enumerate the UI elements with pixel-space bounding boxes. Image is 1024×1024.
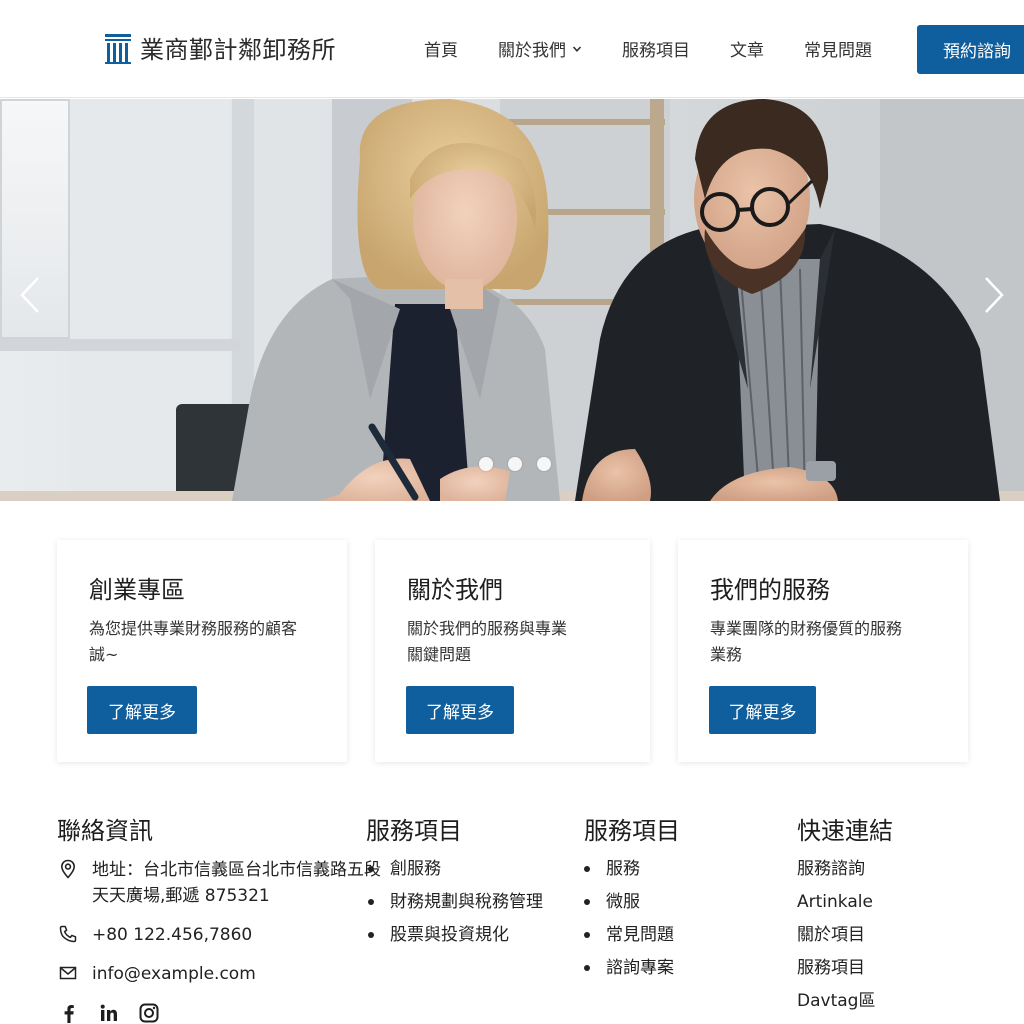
carousel-dot-1[interactable] — [479, 457, 493, 471]
logo[interactable]: 業商鄞計鄰卸務所 — [104, 30, 336, 65]
carousel-next-arrow-icon[interactable] — [982, 275, 1006, 315]
card-desc-line2: 誠~ — [89, 645, 119, 664]
phone-icon — [59, 925, 77, 943]
services-heading-2: 服務項目 — [584, 817, 680, 845]
list-item[interactable]: 常見問題 — [582, 922, 674, 955]
hero-image — [0, 99, 1024, 501]
list-item[interactable]: 創服務 — [366, 856, 543, 889]
carousel-prev-arrow-icon[interactable] — [18, 275, 42, 315]
contact-address: 地址：台北市信義區台北市信義路五段 天天廣場,郵遞 875321 — [58, 857, 381, 909]
list-item[interactable]: 諮詢專案 — [582, 955, 674, 988]
card-desc-line2: 業務 — [710, 645, 743, 664]
facebook-icon[interactable] — [58, 1002, 80, 1024]
contact-heading: 聯絡資訊 — [57, 817, 153, 845]
card-desc-line1: 為您提供專業財務服務的顧客 — [89, 619, 298, 638]
nav-about-label: 關於我們 — [498, 41, 566, 61]
card-about: 關於我們 關於我們的服務與專業 關鍵問題 了解更多 — [375, 540, 650, 762]
quick-links-list: 服務諮詢 Artinkale 關於項目 服務項目 Davtag區 — [797, 856, 875, 1021]
list-item[interactable]: 微服 — [582, 889, 674, 922]
carousel-dots — [479, 457, 551, 471]
list-item[interactable]: 服務 — [582, 856, 674, 889]
email-text[interactable]: info@example.com — [92, 961, 256, 987]
hero-carousel — [0, 99, 1024, 501]
card-title: 創業專區 — [89, 576, 185, 604]
linkedin-icon[interactable] — [98, 1002, 120, 1024]
carousel-dot-2[interactable] — [508, 457, 522, 471]
learn-more-button[interactable]: 了解更多 — [87, 686, 197, 734]
quick-link[interactable]: 關於項目 — [797, 922, 875, 955]
card-title: 關於我們 — [407, 576, 503, 604]
quick-link[interactable]: Davtag區 — [797, 988, 875, 1021]
nav-articles[interactable]: 文章 — [730, 36, 764, 61]
nav-faq[interactable]: 常見問題 — [804, 36, 872, 61]
site-header: 業商鄞計鄰卸務所 首頁 關於我們 服務項目 文章 常見問題 預約諮詢 — [0, 0, 1024, 98]
mail-icon — [59, 966, 77, 980]
services-list-1: 創服務 財務規劃與稅務管理 股票與投資規化 — [366, 856, 543, 955]
logo-text: 業商鄞計鄰卸務所 — [140, 36, 336, 64]
address-line1: 地址：台北市信義區台北市信義路五段 — [92, 860, 381, 880]
instagram-icon[interactable] — [138, 1002, 160, 1024]
contact-email: info@example.com — [58, 961, 256, 987]
learn-more-button[interactable]: 了解更多 — [709, 686, 816, 734]
phone-text[interactable]: +80 122.456,7860 — [92, 922, 252, 948]
nav-home[interactable]: 首頁 — [424, 36, 458, 61]
card-desc: 關於我們的服務與專業 關鍵問題 — [407, 616, 567, 668]
nav-services[interactable]: 服務項目 — [622, 36, 690, 61]
services-heading-1: 服務項目 — [366, 817, 462, 845]
card-services: 我們的服務 專業團隊的財務優質的服務 業務 了解更多 — [678, 540, 968, 762]
card-title: 我們的服務 — [710, 576, 830, 604]
card-desc: 專業團隊的財務優質的服務 業務 — [710, 616, 902, 668]
learn-more-button[interactable]: 了解更多 — [406, 686, 514, 734]
quick-links-heading: 快速連結 — [797, 817, 893, 845]
quick-link[interactable]: 服務項目 — [797, 955, 875, 988]
card-startup: 創業專區 為您提供專業財務服務的顧客 誠~ 了解更多 — [57, 540, 347, 762]
address-text: 地址：台北市信義區台北市信義路五段 天天廣場,郵遞 875321 — [92, 857, 381, 909]
card-desc-line2: 關鍵問題 — [407, 645, 472, 664]
book-consultation-button[interactable]: 預約諮詢 — [917, 25, 1024, 74]
quick-link[interactable]: Artinkale — [797, 889, 875, 922]
services-list-2: 服務 微服 常見問題 諮詢專案 — [582, 856, 674, 988]
nav-about[interactable]: 關於我們 — [498, 36, 582, 61]
carousel-dot-3[interactable] — [537, 457, 551, 471]
address-line2: 天天廣場,郵遞 875321 — [92, 886, 270, 906]
card-desc: 為您提供專業財務服務的顧客 誠~ — [89, 616, 297, 668]
social-links — [58, 1002, 160, 1024]
map-pin-icon — [60, 859, 76, 879]
columns-logo-icon — [105, 33, 131, 64]
list-item[interactable]: 財務規劃與稅務管理 — [366, 889, 543, 922]
chevron-down-icon — [572, 45, 582, 52]
card-desc-line1: 專業團隊的財務優質的服務 — [710, 619, 903, 638]
quick-link[interactable]: 服務諮詢 — [797, 856, 875, 889]
main-nav: 首頁 關於我們 服務項目 文章 常見問題 — [424, 36, 872, 61]
card-desc-line1: 關於我們的服務與專業 — [407, 619, 568, 638]
list-item[interactable]: 股票與投資規化 — [366, 922, 543, 955]
contact-phone: +80 122.456,7860 — [58, 922, 252, 948]
